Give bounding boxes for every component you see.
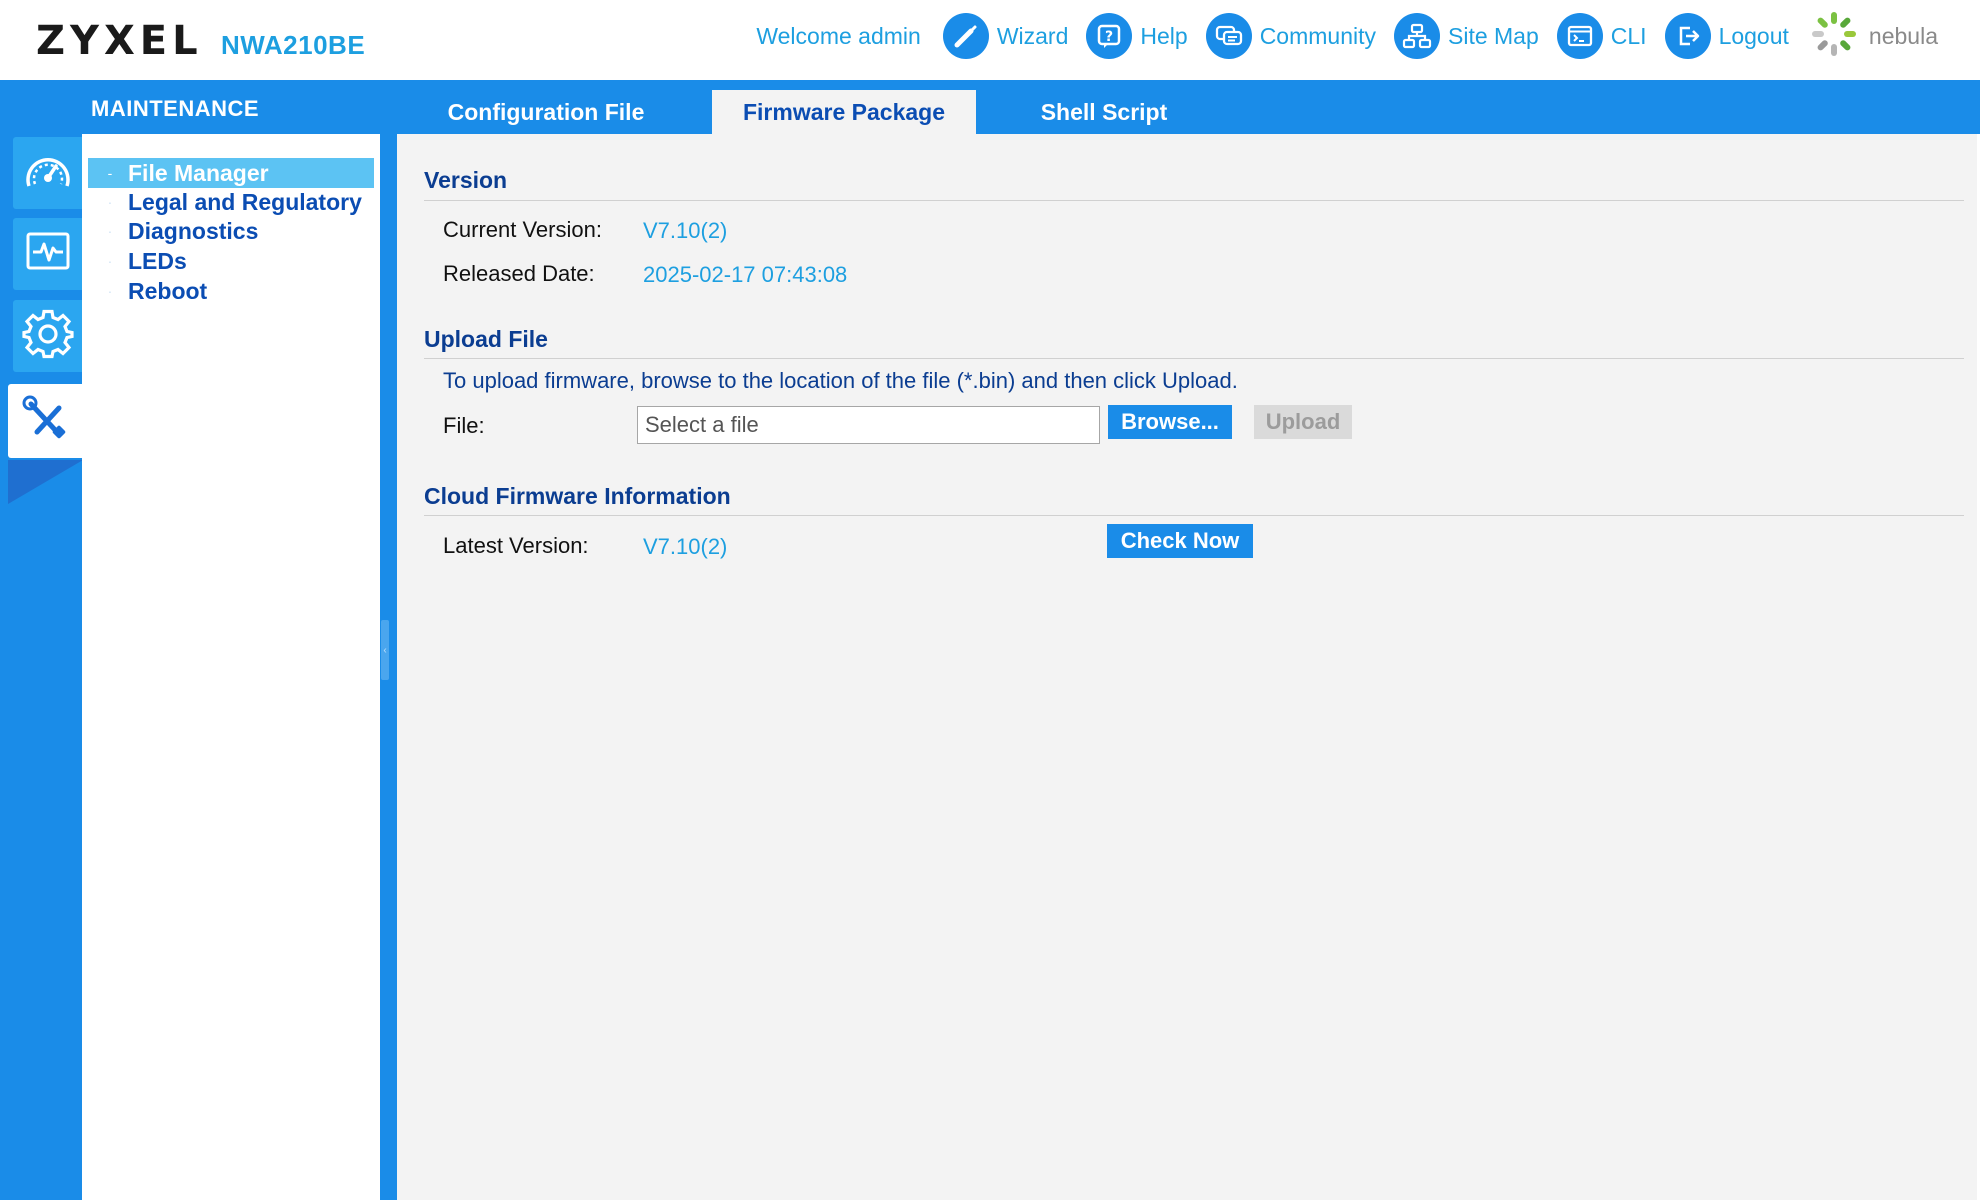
- configuration-icon: [22, 308, 74, 365]
- released-date-label: Released Date:: [443, 261, 595, 286]
- chat-icon: [1205, 13, 1252, 59]
- menu-bullet: ·: [107, 223, 113, 239]
- community-link[interactable]: Community: [1205, 13, 1376, 59]
- wizard-link[interactable]: Wizard: [942, 13, 1069, 59]
- upload-section-title: Upload File: [424, 326, 548, 352]
- main-content: Version Current Version: V7.10(2) Releas…: [397, 134, 1980, 1200]
- chevron-left-icon: ‹: [383, 644, 387, 656]
- menu-item-label: Diagnostics: [128, 217, 259, 244]
- top-header: ZYXEL NWA210BE Welcome admin Wizard ? He…: [0, 0, 1980, 80]
- svg-text:?: ?: [1105, 29, 1113, 45]
- menu-item-label: LEDs: [128, 247, 187, 274]
- community-label: Community: [1259, 22, 1376, 49]
- top-nav: Welcome admin Wizard ? Help Community Si…: [756, 10, 1938, 62]
- maintenance-tools-icon: [21, 394, 71, 449]
- section-divider: [424, 200, 1964, 201]
- menu-bullet: ·: [107, 194, 113, 210]
- latest-version-label: Latest Version:: [443, 533, 589, 558]
- collapse-handle[interactable]: ‹: [381, 620, 389, 680]
- latest-version-value: V7.10(2): [643, 534, 728, 559]
- nebula-icon: [1807, 7, 1861, 66]
- dashboard-icon: [23, 148, 73, 199]
- cli-label: CLI: [1610, 22, 1647, 49]
- menu-item-legal-and-regulatory[interactable]: · Legal and Regulatory: [88, 187, 374, 217]
- tab-configuration-file[interactable]: Configuration File: [420, 90, 672, 134]
- browse-button[interactable]: Browse...: [1108, 405, 1232, 439]
- menu-bullet: -: [107, 165, 113, 181]
- logout-label: Logout: [1718, 22, 1789, 49]
- tab-firmware-package[interactable]: Firmware Package: [712, 90, 976, 134]
- logout-icon: [1664, 13, 1711, 59]
- brand-logo: ZYXEL: [36, 18, 203, 64]
- wizard-label: Wizard: [996, 22, 1069, 49]
- monitor-icon: [23, 229, 73, 280]
- section-divider: [424, 358, 1964, 359]
- file-label: File:: [443, 413, 485, 438]
- help-icon: ?: [1086, 13, 1133, 59]
- current-version-value: V7.10(2): [643, 218, 728, 243]
- device-model: NWA210BE: [221, 30, 366, 60]
- menu-item-reboot[interactable]: · Reboot: [88, 276, 374, 306]
- version-section-title: Version: [424, 167, 508, 193]
- menu-item-label: File Manager: [128, 159, 269, 186]
- menu-item-file-manager[interactable]: - File Manager: [88, 158, 374, 188]
- welcome-text: Welcome admin: [756, 22, 921, 49]
- logout-link[interactable]: Logout: [1664, 13, 1789, 59]
- maintenance-submenu: - File Manager · Legal and Regulatory · …: [82, 134, 380, 1200]
- terminal-icon: [1556, 13, 1603, 59]
- nebula-link[interactable]: nebula: [1807, 7, 1938, 66]
- upload-button[interactable]: Upload: [1254, 405, 1352, 439]
- menu-item-label: Reboot: [128, 277, 208, 304]
- rail-active-indicator: [8, 460, 83, 504]
- rail-maintenance-button[interactable]: [8, 384, 83, 458]
- left-icon-rail: [0, 134, 83, 1200]
- menu-item-leds[interactable]: · LEDs: [88, 246, 374, 276]
- rail-configuration-button[interactable]: [13, 300, 83, 372]
- released-date-value: 2025-02-17 07:43:08: [643, 262, 848, 287]
- file-path-input[interactable]: [637, 406, 1100, 444]
- wand-icon: [942, 13, 989, 59]
- help-link[interactable]: ? Help: [1086, 13, 1188, 59]
- site-map-label: Site Map: [1448, 22, 1539, 49]
- tab-shell-script[interactable]: Shell Script: [1010, 90, 1198, 134]
- current-version-label: Current Version:: [443, 217, 602, 242]
- section-divider: [424, 515, 1964, 516]
- rail-monitor-button[interactable]: [13, 218, 83, 290]
- nebula-label: nebula: [1868, 22, 1938, 49]
- menu-bullet: ·: [107, 253, 113, 269]
- menu-bullet: ·: [107, 283, 113, 299]
- rail-dashboard-button[interactable]: [13, 137, 83, 209]
- upload-instructions: To upload firmware, browse to the locati…: [443, 368, 1238, 393]
- help-label: Help: [1140, 22, 1188, 49]
- cloud-firmware-section-title: Cloud Firmware Information: [424, 483, 731, 509]
- section-tab-bar: MAINTENANCE Configuration File Firmware …: [0, 80, 1980, 134]
- menu-item-diagnostics[interactable]: · Diagnostics: [88, 216, 374, 246]
- section-title: MAINTENANCE: [91, 96, 260, 121]
- site-map-link[interactable]: Site Map: [1394, 13, 1539, 59]
- sitemap-icon: [1394, 13, 1440, 59]
- menu-item-label: Legal and Regulatory: [128, 188, 362, 215]
- check-now-button[interactable]: Check Now: [1107, 524, 1253, 558]
- cli-link[interactable]: CLI: [1556, 13, 1647, 59]
